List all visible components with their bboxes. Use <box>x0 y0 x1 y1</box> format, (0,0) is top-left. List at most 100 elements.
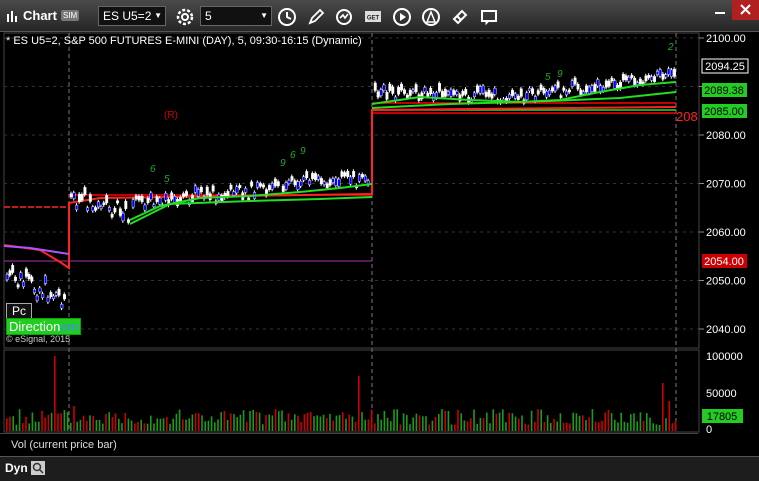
close-icon[interactable] <box>732 0 759 20</box>
candle <box>536 90 540 95</box>
candle <box>449 89 453 97</box>
volume-bar <box>450 424 453 431</box>
candle <box>250 181 254 187</box>
volume-bar <box>86 420 88 431</box>
candle <box>548 89 552 96</box>
candle <box>299 181 303 187</box>
volume-bar <box>473 409 475 431</box>
candle <box>19 272 23 279</box>
volume-bar <box>665 418 667 431</box>
right-red-label: 208 <box>676 109 698 124</box>
volume-bar <box>514 416 517 431</box>
volume-bar <box>438 414 440 431</box>
symbol-input[interactable]: ES U5=2 ▼ <box>98 6 166 26</box>
volume-bar <box>409 424 411 431</box>
volume-bar <box>143 423 146 431</box>
volume-bar <box>271 415 274 431</box>
candle <box>414 84 418 93</box>
volume-bar <box>463 420 466 431</box>
volume-bar <box>668 401 670 431</box>
candle <box>199 187 203 193</box>
volume-bar <box>540 409 542 431</box>
candle <box>426 92 430 97</box>
candle <box>80 194 84 201</box>
interval-input[interactable]: 5 ▼ <box>200 6 272 26</box>
signal-mark: 5 <box>545 72 551 83</box>
chevron-down-icon[interactable]: ▼ <box>260 7 268 25</box>
candle <box>400 83 403 91</box>
candle <box>22 281 26 287</box>
get-icon[interactable]: GET <box>363 7 383 27</box>
volume-bar <box>290 419 293 431</box>
candle <box>11 265 15 273</box>
candle <box>408 89 412 96</box>
volume-bar <box>527 424 530 431</box>
volume-bar <box>207 420 210 431</box>
window-title: Chart <box>23 8 57 23</box>
candle <box>196 189 200 197</box>
candle <box>382 84 386 91</box>
clock-icon[interactable] <box>277 7 297 27</box>
candle <box>519 88 523 97</box>
candle <box>149 192 153 200</box>
candle <box>358 174 361 182</box>
candle <box>290 176 294 181</box>
price-axis: 2100.002090.002080.002070.002060.002050.… <box>699 33 746 336</box>
volume-bar <box>230 413 232 431</box>
candle <box>86 207 90 211</box>
volume-bar <box>262 424 264 431</box>
price-chart[interactable]: 65969592 2100.002090.002080.002070.00206… <box>0 32 759 480</box>
candle <box>613 80 617 89</box>
candle <box>411 89 415 93</box>
candle <box>27 274 31 280</box>
candle <box>247 197 251 201</box>
candle <box>397 87 401 95</box>
pen-icon[interactable] <box>306 7 326 27</box>
candle <box>349 176 353 185</box>
candle <box>116 200 120 204</box>
candle <box>146 197 150 204</box>
volume-bar <box>386 417 389 431</box>
candle <box>72 192 76 199</box>
candle <box>107 207 111 211</box>
volume-bar <box>498 412 501 431</box>
comment-icon[interactable] <box>479 7 499 27</box>
direction-suffix: om <box>60 319 79 334</box>
volume-bar <box>114 413 117 431</box>
candle <box>229 184 233 190</box>
candle <box>508 94 512 99</box>
candle <box>343 172 347 177</box>
candle <box>281 185 285 192</box>
volume-bar <box>607 409 610 431</box>
candle <box>484 92 488 97</box>
cycle-icon[interactable] <box>334 7 354 27</box>
candle <box>140 195 144 203</box>
candle <box>391 86 395 94</box>
candle <box>473 92 476 98</box>
gear-icon[interactable] <box>175 7 195 27</box>
candle <box>487 89 491 97</box>
link-icon[interactable] <box>450 7 470 27</box>
candle <box>185 191 188 196</box>
alert-icon[interactable] <box>421 7 441 27</box>
volume-bar <box>537 409 539 431</box>
volume-bar <box>198 413 200 431</box>
minimize-icon[interactable] <box>708 0 732 20</box>
zoom-icon[interactable] <box>30 460 46 476</box>
volume-bar <box>521 415 523 431</box>
play-icon[interactable] <box>392 7 412 27</box>
volume-bar <box>642 420 645 431</box>
candle <box>319 178 323 185</box>
volume-bar <box>274 409 277 431</box>
volume-bar <box>662 383 664 431</box>
dyn-button[interactable]: Dyn <box>5 461 28 475</box>
chevron-down-icon[interactable]: ▼ <box>154 7 162 25</box>
volume-bar <box>524 423 526 431</box>
volume-bar <box>92 415 94 431</box>
volume-bar <box>322 414 325 431</box>
volume-bar <box>124 413 126 431</box>
volume-bar <box>25 416 27 431</box>
volume-bar <box>246 421 248 431</box>
volume-bar <box>162 418 165 431</box>
candle <box>455 91 459 95</box>
